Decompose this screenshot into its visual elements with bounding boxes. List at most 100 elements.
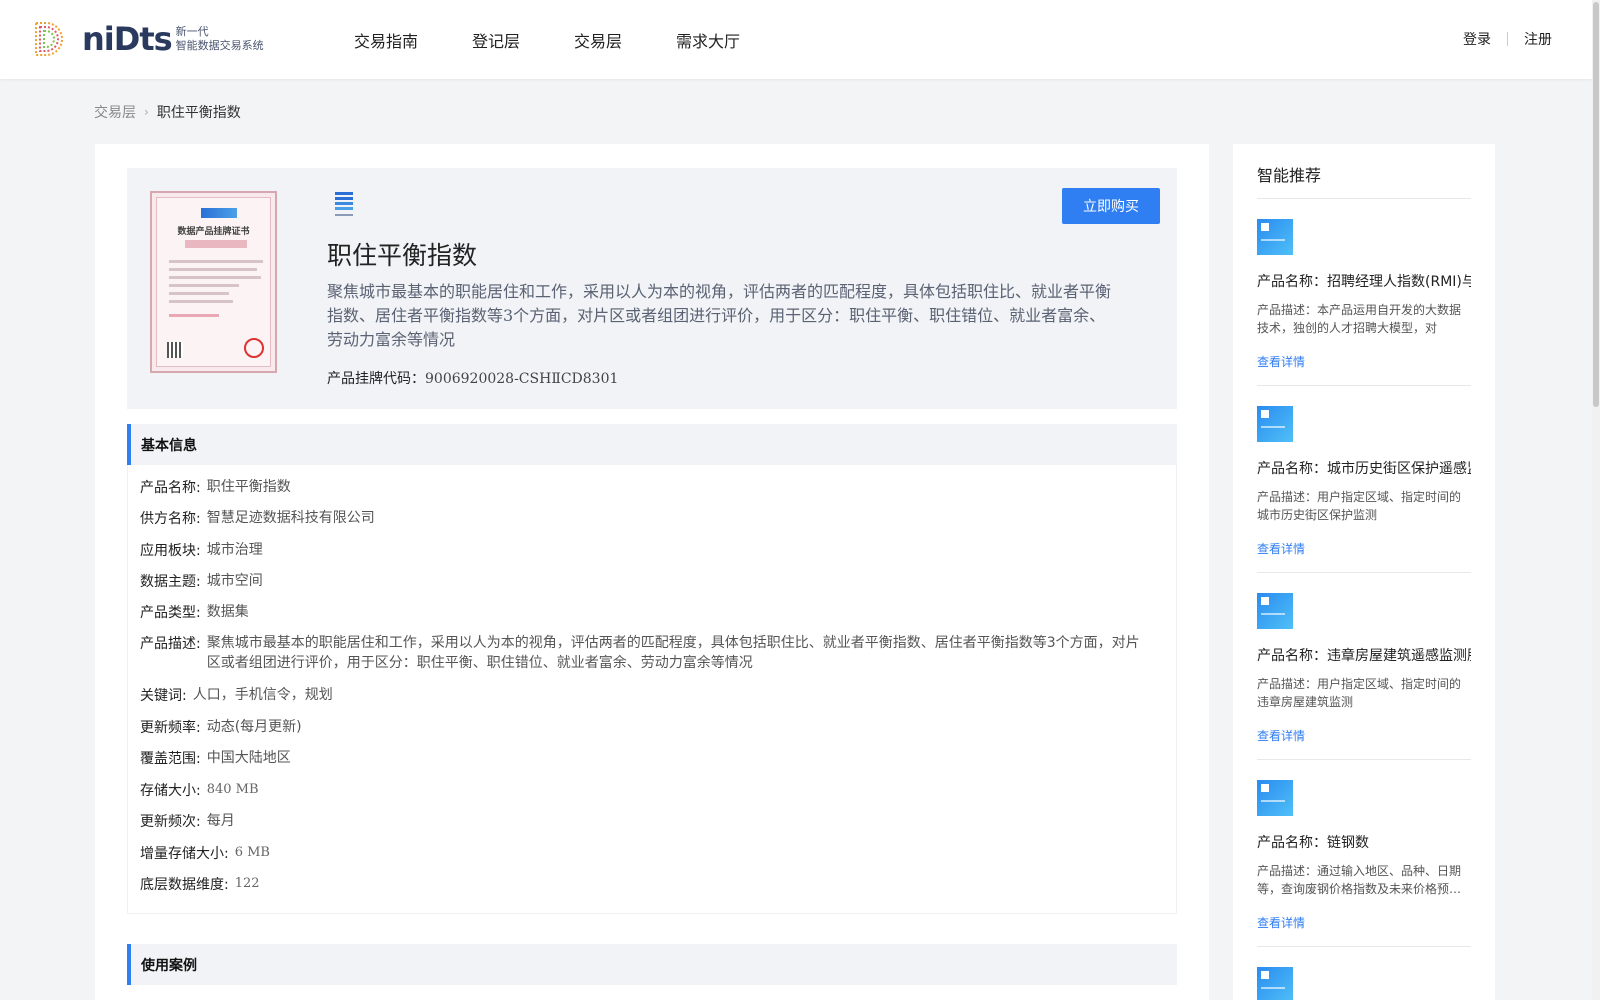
certificate-frame: 数据产品挂牌证书: [156, 197, 271, 367]
info-value: 每月: [206, 813, 235, 829]
nav-demand-hall[interactable]: 需求大厅: [676, 28, 740, 52]
use-cases-title: 使用案例: [141, 958, 197, 974]
certificate-line: [169, 292, 229, 295]
certificate-logo-icon: [201, 208, 237, 218]
logo-subtitle-line2: 智能数据交易系统: [175, 39, 264, 52]
recommendation-name[interactable]: 产品名称：链钢数: [1257, 832, 1471, 852]
product-description: 聚焦城市最基本的职能居住和工作，采用以人为本的视角，评估两者的匹配程度，具体包括…: [327, 282, 1112, 349]
auth-links: 登录 注册: [1463, 29, 1552, 49]
product-title: 职住平衡指数: [327, 241, 478, 270]
info-label: 产品类型:: [140, 605, 201, 621]
qr-code-icon: [167, 342, 183, 358]
view-details-link[interactable]: 查看详情: [1257, 914, 1471, 931]
product-code-value: 9006920028-CSHⅡCD8301: [425, 371, 619, 387]
breadcrumb: 交易层 › 职住平衡指数: [94, 102, 241, 122]
info-label: 更新频次:: [140, 814, 201, 830]
view-details-link[interactable]: 查看详情: [1257, 540, 1471, 557]
logo-wordmark: niDts: [82, 20, 173, 58]
info-label: 产品名称:: [140, 480, 201, 496]
info-label: 底层数据维度:: [140, 877, 229, 893]
info-value: 数据集: [206, 604, 249, 620]
nav-trade-guide[interactable]: 交易指南: [354, 28, 418, 52]
view-details-link[interactable]: 查看详情: [1257, 353, 1471, 370]
register-link[interactable]: 注册: [1524, 29, 1552, 49]
info-label: 增量存储大小:: [140, 846, 229, 862]
recommendation-card[interactable]: 产品名称：违章房屋建筑遥感监测服 产品描述：用户指定区域、指定时间的违章房屋建筑…: [1257, 593, 1471, 744]
supplier-logo-icon: [335, 192, 353, 216]
info-value: 122: [234, 876, 260, 891]
sidebar-divider: [1257, 572, 1471, 573]
recommendation-name[interactable]: 产品名称：招聘经理人指数(RMI)与: [1257, 271, 1471, 291]
info-row: 更新频次: 每月: [140, 811, 235, 831]
recommendation-description: 产品描述：本产品运用自开发的大数据技术，独创的人才招聘大模型，对200…: [1257, 303, 1462, 335]
info-row: 底层数据维度: 122: [140, 874, 260, 894]
info-label: 更新频率:: [140, 720, 201, 736]
info-label: 应用板块:: [140, 543, 201, 559]
product-thumbnail-icon[interactable]: [1257, 406, 1293, 442]
info-value: 职住平衡指数: [206, 479, 291, 495]
info-value: 智慧足迹数据科技有限公司: [206, 510, 375, 526]
buy-now-button[interactable]: 立即购买: [1062, 188, 1160, 224]
info-label: 覆盖范围:: [140, 751, 201, 767]
page-scrollbar[interactable]: [1592, 0, 1600, 1000]
certificate-line: [169, 260, 263, 263]
info-row: 数据主题: 城市空间: [140, 571, 263, 591]
info-row: 产品名称: 职住平衡指数: [140, 477, 291, 497]
certificate-line: [169, 284, 239, 287]
info-value: 6 MB: [234, 845, 270, 860]
info-value: 中国大陆地区: [206, 750, 291, 766]
info-row: 增量存储大小: 6 MB: [140, 843, 270, 863]
sidebar-title: 智能推荐: [1257, 166, 1322, 185]
scrollbar-thumb[interactable]: [1593, 2, 1599, 407]
basic-info-header: 基本信息: [127, 424, 1177, 465]
logo-subtitle-line1: 新一代: [175, 25, 209, 38]
certificate-image[interactable]: 数据产品挂牌证书: [150, 191, 277, 373]
info-row: 产品描述: 聚焦城市最基本的职能居住和工作，采用以人为本的视角，评估两者的匹配程…: [140, 633, 1160, 673]
recommendation-sidebar: 智能推荐 产品名称：招聘经理人指数(RMI)与 产品描述：本产品运用自开发的大数…: [1233, 144, 1495, 1000]
breadcrumb-parent[interactable]: 交易层: [94, 102, 136, 122]
product-code-label: 产品挂牌代码：: [327, 371, 425, 387]
view-details-link[interactable]: 查看详情: [1257, 727, 1471, 744]
site-logo[interactable]: niDts 新一代 智能数据交易系统: [28, 18, 264, 60]
info-row: 关键词: 人口，手机信令，规划: [140, 685, 333, 705]
recommendation-card[interactable]: [1257, 967, 1471, 1000]
recommendation-card[interactable]: 产品名称：招聘经理人指数(RMI)与 产品描述：本产品运用自开发的大数据技术，独…: [1257, 219, 1471, 370]
info-value: 人口，手机信令，规划: [192, 687, 333, 703]
info-label: 数据主题:: [140, 574, 201, 590]
recommendation-name[interactable]: 产品名称：城市历史街区保护遥感监: [1257, 458, 1471, 478]
product-thumbnail-icon[interactable]: [1257, 593, 1293, 629]
sidebar-divider: [1257, 946, 1471, 947]
info-row: 产品类型: 数据集: [140, 602, 249, 622]
recommendation-description: 产品描述：用户指定区域、指定时间的城市历史街区保护监测: [1257, 490, 1462, 522]
certificate-line: [169, 276, 261, 279]
info-row: 更新频率: 动态(每月更新): [140, 717, 302, 737]
info-value: 840 MB: [206, 782, 259, 797]
login-link[interactable]: 登录: [1463, 29, 1491, 49]
breadcrumb-current: 职住平衡指数: [156, 105, 241, 121]
info-row: 供方名称: 智慧足迹数据科技有限公司: [140, 508, 375, 528]
recommendation-card[interactable]: 产品名称：链钢数 产品描述：通过输入地区、品种、日期等，查询废钢价格指数及未来价…: [1257, 780, 1471, 931]
recommendation-name[interactable]: 产品名称：违章房屋建筑遥感监测服: [1257, 645, 1471, 665]
top-header: niDts 新一代 智能数据交易系统 交易指南 登记层 交易层 需求大厅 登录 …: [0, 0, 1592, 79]
nav-registry-layer[interactable]: 登记层: [472, 28, 520, 52]
nav-trade-layer[interactable]: 交易层: [574, 28, 622, 52]
info-row: 覆盖范围: 中国大陆地区: [140, 748, 291, 768]
basic-info-body: 产品名称: 职住平衡指数 供方名称: 智慧足迹数据科技有限公司 应用板块: 城市…: [127, 465, 1177, 914]
info-label: 存储大小:: [140, 783, 201, 799]
info-value: 城市空间: [206, 573, 263, 589]
product-thumbnail-icon[interactable]: [1257, 967, 1293, 1000]
product-detail-panel: 数据产品挂牌证书 职住平衡指数 聚焦城市最基本的职能居住和工作，采用以人为本的视…: [95, 144, 1209, 1000]
product-code: 产品挂牌代码：9006920028-CSHⅡCD8301: [327, 368, 618, 388]
recommendation-card[interactable]: 产品名称：城市历史街区保护遥感监 产品描述：用户指定区域、指定时间的城市历史街区…: [1257, 406, 1471, 557]
info-label: 产品描述:: [140, 636, 201, 652]
sidebar-divider: [1257, 759, 1471, 760]
certificate-title: 数据产品挂牌证书: [177, 227, 250, 237]
product-thumbnail-icon[interactable]: [1257, 780, 1293, 816]
sidebar-divider: [1257, 385, 1471, 386]
certificate-line: [169, 268, 257, 271]
info-row: 应用板块: 城市治理: [140, 540, 263, 560]
product-thumbnail-icon[interactable]: [1257, 219, 1293, 255]
sidebar-divider: [1257, 198, 1471, 199]
recommendation-description: 产品描述：通过输入地区、品种、日期等，查询废钢价格指数及未来价格预…: [1257, 864, 1462, 896]
certificate-ribbon: [185, 240, 247, 248]
